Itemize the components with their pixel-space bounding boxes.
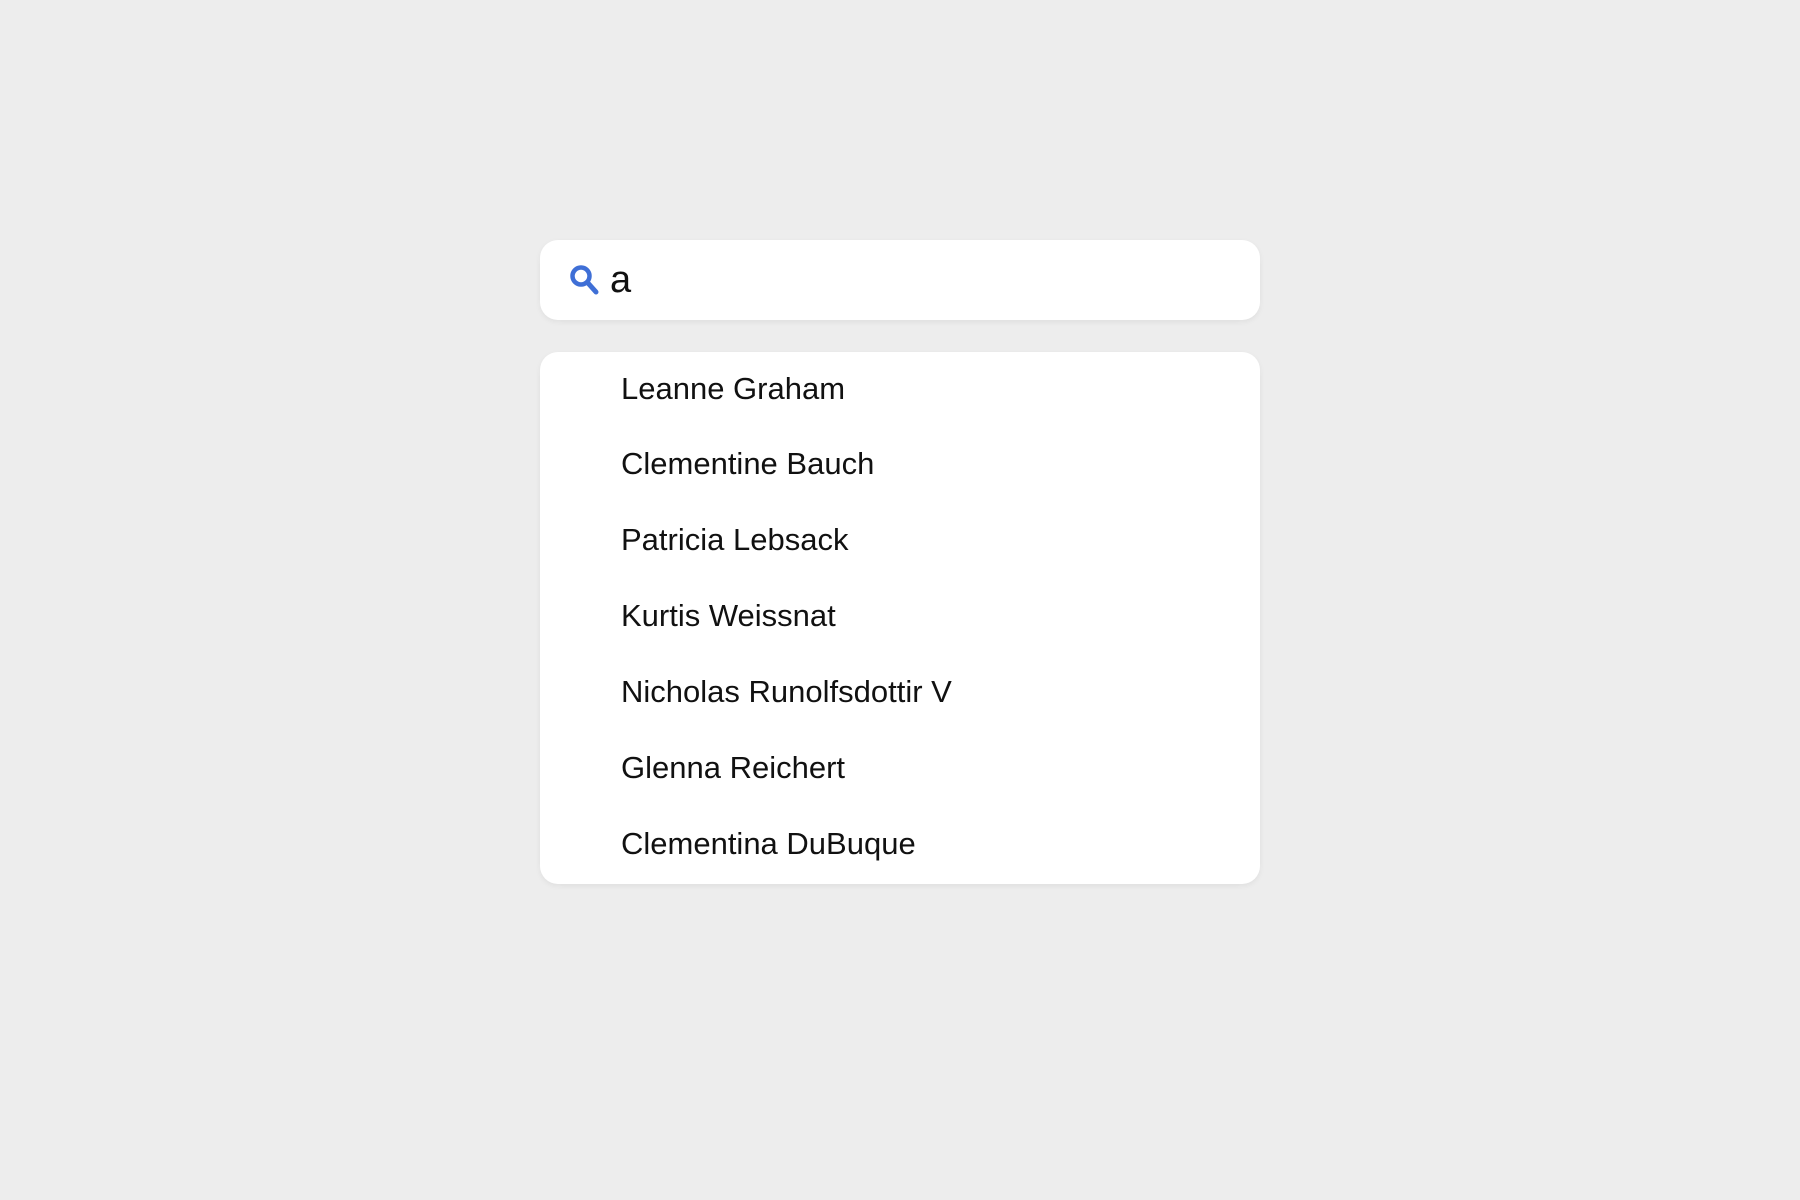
result-item[interactable]: Clementine Bauch (580, 426, 1260, 502)
result-item[interactable]: Glenna Reichert (580, 730, 1260, 806)
result-item[interactable]: Nicholas Runolfsdottir V (580, 654, 1260, 730)
search-box[interactable] (540, 240, 1260, 320)
search-input[interactable] (610, 250, 1230, 310)
search-icon (569, 264, 600, 296)
result-item[interactable]: Leanne Graham (580, 352, 1260, 426)
result-item[interactable]: Clementina DuBuque (580, 806, 1260, 882)
autocomplete-results-list: Leanne Graham Clementine Bauch Patricia … (540, 352, 1260, 884)
result-item[interactable]: Kurtis Weissnat (580, 578, 1260, 654)
result-item[interactable]: Patricia Lebsack (580, 502, 1260, 578)
